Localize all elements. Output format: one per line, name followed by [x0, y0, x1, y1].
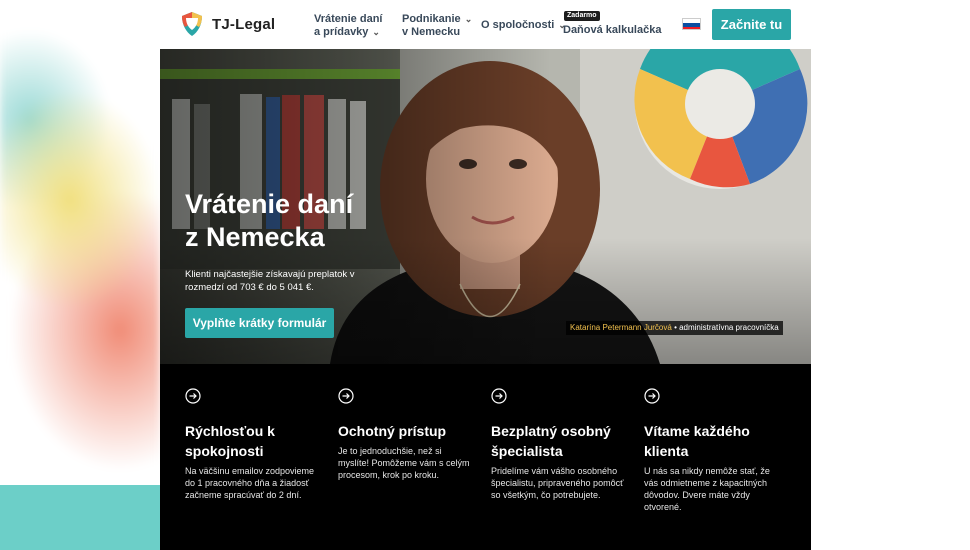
feature-title: Rýchlosťou k spokojnosti: [185, 423, 275, 459]
nav-business-line2: v Nemecku: [402, 26, 461, 38]
feature-text: U nás sa nikdy nemôže stať, že vás odmie…: [644, 466, 770, 512]
nav-tax-refunds-line1: Vrátenie daní: [314, 13, 383, 25]
nav-tax-refunds[interactable]: Vrátenie daní a prídavky ⌄: [314, 13, 382, 39]
arrow-right-circle-icon: [185, 388, 201, 404]
feature-item: Vítame každého klienta U nás sa nikdy ne…: [644, 388, 779, 513]
arrow-right-circle-icon: [338, 388, 354, 404]
nav-about-company[interactable]: O spoločnosti ⌄: [481, 19, 566, 32]
blurred-side-backdrop-left: [0, 0, 160, 550]
photo-caption: Katarína Petermann Jurčová • administrat…: [566, 321, 783, 335]
nav-tax-calculator[interactable]: Daňová kalkulačka: [563, 24, 661, 37]
chevron-down-icon: ⌄: [464, 14, 473, 24]
feature-item: Rýchlosťou k spokojnosti Na väčšinu emai…: [185, 388, 320, 501]
caption-name: Katarína Petermann Jurčová: [570, 323, 672, 332]
feature-text: Pridelíme vám vášho osobného špecialistu…: [491, 466, 624, 500]
feature-title: Ochotný prístup: [338, 423, 447, 439]
hero-title: Vrátenie daní z Nemecka: [185, 188, 445, 254]
site-header: TJ-Legal Vrátenie daní a prídavky ⌄ Podni…: [160, 0, 811, 49]
nav-tax-calculator-label: Daňová kalkulačka: [563, 24, 662, 36]
fill-form-button[interactable]: Vyplňte krátky formulár: [185, 308, 334, 338]
logo-text: TJ-Legal: [212, 15, 276, 33]
hero-title-line2: z Nemecka: [185, 222, 325, 252]
side-backdrop-teal: [0, 485, 160, 550]
feature-item: Ochotný prístup Je to jednoduchšie, než …: [338, 388, 473, 481]
free-badge: Zadarmo: [564, 11, 600, 21]
hero-subtitle: Klienti najčastejšie získavajú preplatok…: [185, 269, 355, 293]
hero-section: Vrátenie daní z Nemecka Klienti najčaste…: [160, 49, 811, 364]
feature-item: Bezplatný osobný špecialista Pridelíme v…: [491, 388, 626, 501]
feature-title: Bezplatný osobný špecialista: [491, 423, 611, 459]
tj-legal-logo-icon: [182, 12, 202, 36]
slovak-flag-icon[interactable]: [682, 18, 701, 30]
feature-title: Vítame každého klienta: [644, 423, 750, 459]
nav-business-germany[interactable]: Podnikanie ⌄ v Nemecku: [402, 13, 472, 39]
logo[interactable]: TJ-Legal: [180, 11, 275, 37]
caption-role: • administratívna pracovníčka: [671, 323, 779, 332]
chevron-down-icon: ⌄: [372, 27, 380, 37]
hero-title-line1: Vrátenie daní: [185, 189, 354, 219]
arrow-right-circle-icon: [644, 388, 660, 404]
nav-about-label: O spoločnosti: [481, 19, 555, 31]
nav-tax-refunds-line2: a prídavky: [314, 26, 369, 38]
start-here-button[interactable]: Začnite tu: [712, 9, 791, 40]
feature-text: Je to jednoduchšie, než si myslíte! Pomô…: [338, 446, 470, 480]
features-section: Rýchlosťou k spokojnosti Na väčšinu emai…: [160, 364, 811, 550]
feature-text: Na väčšinu emailov zodpovieme do 1 praco…: [185, 466, 315, 500]
website: TJ-Legal Vrátenie daní a prídavky ⌄ Podni…: [160, 0, 811, 550]
arrow-right-circle-icon: [491, 388, 507, 404]
side-backdrop-right: [811, 0, 970, 550]
nav-business-line1: Podnikanie: [402, 13, 461, 25]
